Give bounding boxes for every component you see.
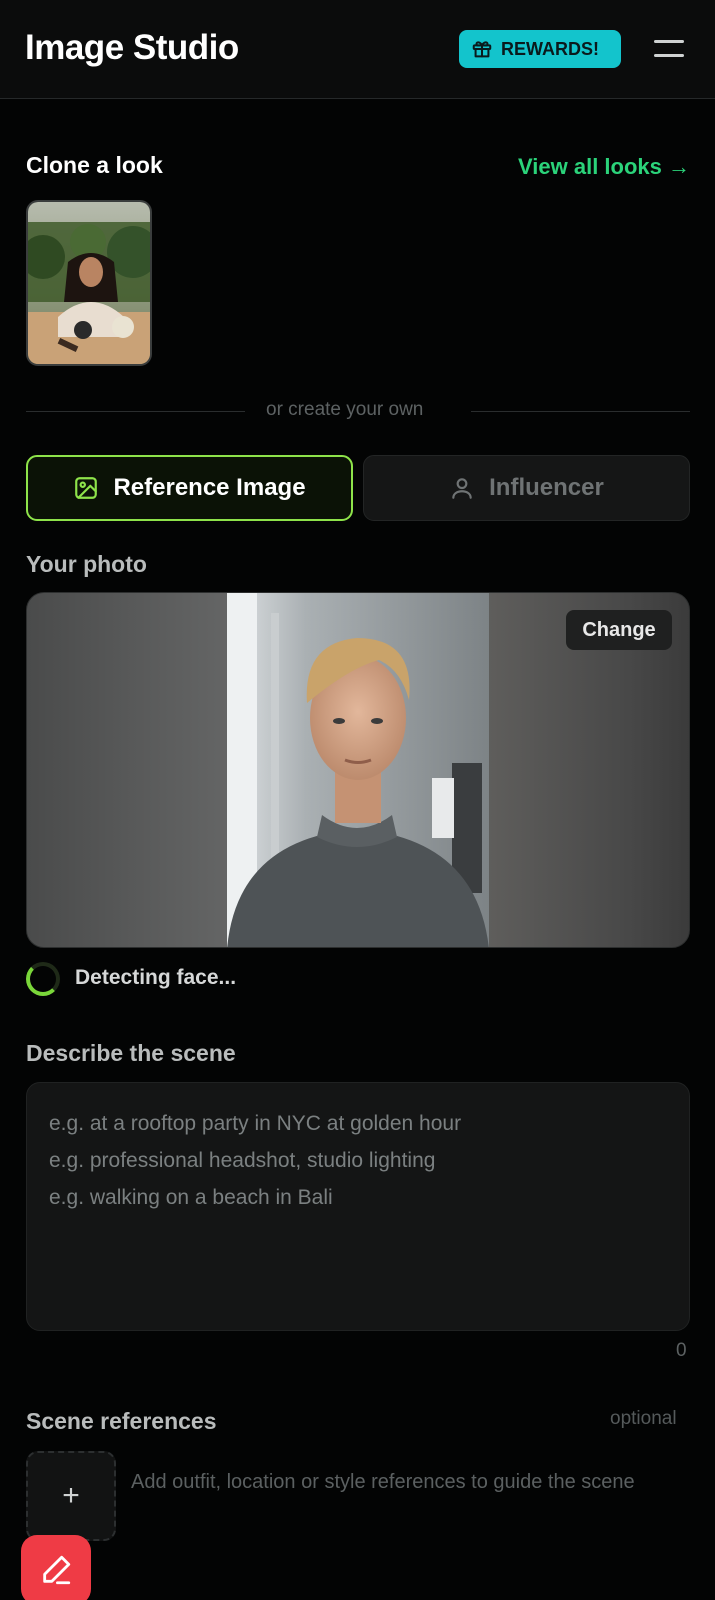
rewards-label: REWARDS! <box>501 38 599 59</box>
divider-line-right <box>471 411 690 412</box>
placeholder-line-2: e.g. professional headshot, studio light… <box>49 1149 436 1172</box>
view-all-looks-link[interactable]: View all looks → <box>518 154 690 180</box>
divider-line-left <box>26 411 245 412</box>
gift-icon <box>472 41 492 58</box>
tab-influencer[interactable]: Influencer <box>363 455 690 521</box>
image-icon <box>75 477 98 499</box>
menu-icon[interactable] <box>654 37 686 61</box>
edit-icon <box>43 1555 71 1585</box>
your-photo-label: Your photo <box>26 551 147 577</box>
app-header: Image Studio REWARDS! <box>0 0 715 99</box>
optional-label: optional <box>610 1408 677 1429</box>
detecting-face-status: Detecting face... <box>75 966 237 989</box>
describe-scene-label: Describe the scene <box>26 1040 236 1066</box>
scene-references-label: Scene references <box>26 1408 217 1434</box>
placeholder-line-1: e.g. at a rooftop party in NYC at golden… <box>49 1112 462 1135</box>
app-title: Image Studio <box>25 28 239 67</box>
placeholder-line-3: e.g. walking on a beach in Bali <box>49 1186 333 1209</box>
tab-reference-image-label: Reference Image <box>113 474 306 501</box>
user-icon <box>452 478 472 499</box>
add-reference-hint: Add outfit, location or style references… <box>131 1471 635 1493</box>
user-photo <box>227 593 489 947</box>
look-thumbnail[interactable] <box>26 200 152 366</box>
tab-influencer-label: Influencer <box>489 474 604 501</box>
look-photo <box>28 202 150 364</box>
tab-reference-image[interactable]: Reference Image <box>26 455 353 521</box>
add-reference-button[interactable]: + <box>26 1451 116 1541</box>
edit-fab-button[interactable] <box>21 1535 91 1600</box>
rewards-button[interactable]: REWARDS! <box>459 30 621 68</box>
plus-icon: + <box>62 1479 80 1512</box>
clone-look-title: Clone a look <box>26 152 163 178</box>
divider-text: or create your own <box>266 399 424 420</box>
character-counter: 0 <box>676 1340 687 1361</box>
loading-spinner-icon <box>26 962 60 996</box>
change-photo-button[interactable]: Change <box>566 610 672 650</box>
scene-description-input[interactable]: e.g. at a rooftop party in NYC at golden… <box>26 1082 690 1331</box>
photo-blur-left <box>27 593 227 947</box>
